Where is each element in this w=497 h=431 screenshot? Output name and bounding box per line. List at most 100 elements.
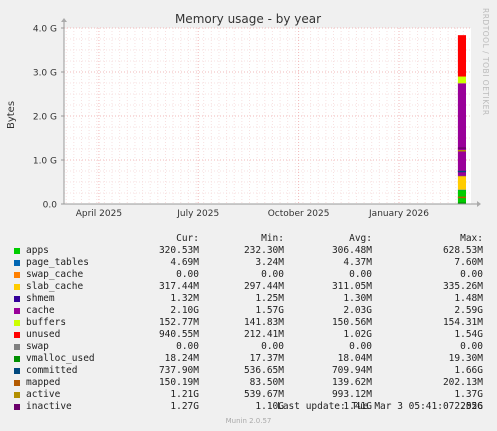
legend-max: 1.54G — [454, 329, 483, 340]
legend-header-cur: Cur: — [176, 233, 199, 244]
legend-max: 154.31M — [442, 317, 483, 328]
x-tick-label: July 2025 — [176, 209, 219, 219]
legend-row-shmem: shmem 1.32M 1.25M 1.30M 1.48M — [0, 293, 497, 305]
legend-swatch-icon — [14, 272, 20, 278]
legend-cur: 737.90M — [158, 365, 199, 376]
legend-row-page_tables: page_tables 4.69M 3.24M 4.37M 7.60M — [0, 257, 497, 269]
legend-swatch-icon — [14, 332, 20, 338]
legend-avg: 311.05M — [331, 281, 372, 292]
legend-name: swap_cache — [26, 269, 84, 280]
series-area-buffers — [457, 76, 466, 84]
legend-name: vmalloc_used — [26, 353, 95, 364]
legend-swatch-icon — [14, 284, 20, 290]
legend-swatch-icon — [14, 320, 20, 326]
legend-avg: 306.48M — [331, 245, 372, 256]
legend-row-swap: swap 0.00 0.00 0.00 0.00 — [0, 341, 497, 353]
legend-cur: 152.77M — [158, 317, 199, 328]
y-tick-label: 2.0 G — [33, 113, 57, 123]
legend-swatch-icon — [14, 404, 20, 410]
legend-cur: 4.69M — [170, 257, 199, 268]
legend-min: 141.83M — [243, 317, 284, 328]
legend-swatch-icon — [14, 344, 20, 350]
legend-name: shmem — [26, 293, 55, 304]
chart-title: Memory usage - by year — [175, 12, 321, 26]
y-tick-label: 4.0 G — [33, 25, 57, 35]
rrdtool-credit: RRDTOOL / TOBI OETIKER — [481, 8, 490, 116]
series-area-cache — [457, 83, 466, 176]
legend-cur: 0.00 — [176, 341, 199, 352]
legend-max: 628.53M — [442, 245, 483, 256]
series-area-shmem — [457, 175, 466, 177]
legend-max: 19.30M — [448, 353, 483, 364]
legend-cur: 940.55M — [158, 329, 199, 340]
x-tick-labels: April 2025 July 2025 October 2025 January 2… — [76, 209, 429, 219]
legend-row-swap_cache: swap_cache 0.00 0.00 0.00 0.00 — [0, 269, 497, 281]
legend-header: Cur: Min: Avg: Max: — [0, 233, 497, 245]
legend-min: 17.37M — [249, 353, 284, 364]
legend-min: 1.25M — [255, 293, 284, 304]
legend-cur: 317.44M — [158, 281, 199, 292]
legend-cur: 1.32M — [170, 293, 199, 304]
legend-name: buffers — [26, 317, 67, 328]
legend-name: active — [26, 389, 61, 400]
legend-avg: 993.12M — [331, 389, 372, 400]
legend-swatch-icon — [14, 392, 20, 398]
legend-cur: 320.53M — [158, 245, 199, 256]
y-tick-labels: 0.0 1.0 G 2.0 G 3.0 G 4.0 G — [33, 25, 57, 211]
legend-min: 0.00 — [261, 269, 284, 280]
legend-name: slab_cache — [26, 281, 84, 292]
legend-header-avg: Avg: — [349, 233, 372, 244]
legend-avg: 1.30M — [343, 293, 372, 304]
y-tick-label: 1.0 G — [33, 157, 57, 167]
last-update: Last update: Tue Mar 3 05:41:07 2026 — [277, 401, 483, 412]
legend-min: 1.57G — [255, 305, 284, 316]
legend-name: unused — [26, 329, 61, 340]
legend-swatch-icon — [14, 260, 20, 266]
legend-max: 202.13M — [442, 377, 483, 388]
y-axis-arrow-icon — [61, 18, 67, 22]
legend-row-unused: unused 940.55M 212.41M 1.02G 1.54G — [0, 329, 497, 341]
legend-avg: 4.37M — [343, 257, 372, 268]
legend-name: page_tables — [26, 257, 89, 268]
y-tick-label: 3.0 G — [33, 69, 57, 79]
legend-header-max: Max: — [460, 233, 483, 244]
legend-name: cache — [26, 305, 55, 316]
legend-min: 536.65M — [243, 365, 284, 376]
legend-max: 1.48M — [454, 293, 483, 304]
legend-max: 0.00 — [460, 269, 483, 280]
series-area-slab_cache — [457, 175, 466, 190]
x-tick-label: October 2025 — [268, 209, 330, 219]
x-tick-label: January 2026 — [368, 209, 429, 219]
legend-rows: apps 320.53M 232.30M 306.48M 628.53M page_tab… — [0, 245, 497, 413]
x-axis-arrow-icon — [477, 201, 481, 207]
y-axis-label: Bytes — [6, 101, 17, 129]
legend-swatch-icon — [14, 296, 20, 302]
legend-min: 3.24M — [255, 257, 284, 268]
legend-cur: 150.19M — [158, 377, 199, 388]
legend-name: swap — [26, 341, 49, 352]
legend-avg: 0.00 — [349, 269, 372, 280]
legend-name: committed — [26, 365, 78, 376]
series-area-page_tables — [457, 189, 466, 191]
legend-row-vmalloc_used: vmalloc_used 18.24M 17.37M 18.04M 19.30M — [0, 353, 497, 365]
legend-name: apps — [26, 245, 49, 256]
legend-cur: 2.10G — [170, 305, 199, 316]
legend-cur: 1.21G — [170, 389, 199, 400]
legend-name: inactive — [26, 401, 72, 412]
legend-max: 1.66G — [454, 365, 483, 376]
legend-header-min: Min: — [261, 233, 284, 244]
legend-max: 7.60M — [454, 257, 483, 268]
legend-name: mapped — [26, 377, 61, 388]
legend-row-slab_cache: slab_cache 317.44M 297.44M 311.05M 335.26M — [0, 281, 497, 293]
legend-row-buffers: buffers 152.77M 141.83M 150.56M 154.31M — [0, 317, 497, 329]
legend-avg: 0.00 — [349, 341, 372, 352]
legend-min: 297.44M — [243, 281, 284, 292]
legend-min: 212.41M — [243, 329, 284, 340]
legend-row-apps: apps 320.53M 232.30M 306.48M 628.53M — [0, 245, 497, 257]
y-tick-label: 0.0 — [43, 201, 58, 211]
legend-cur: 0.00 — [176, 269, 199, 280]
legend-swatch-icon — [14, 356, 20, 362]
memory-chart: Memory usage - by year Bytes 0.0 1.0 G 2.0… — [6, 12, 481, 219]
legend-max: 335.26M — [442, 281, 483, 292]
legend-max: 1.37G — [454, 389, 483, 400]
